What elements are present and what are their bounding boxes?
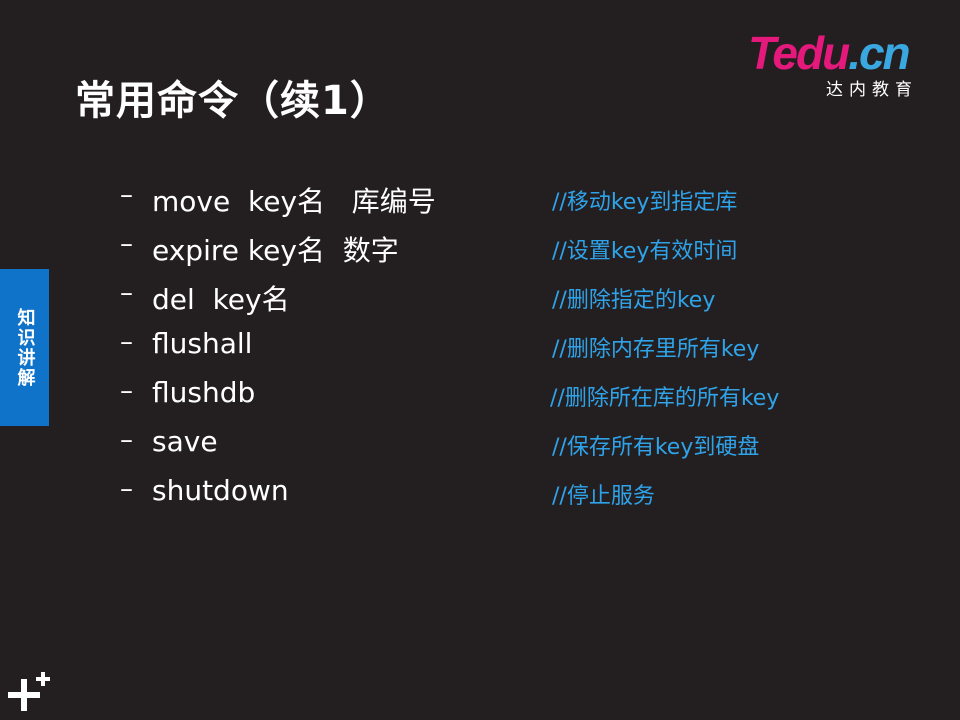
bullet-dash: – <box>120 229 133 259</box>
command-comment: //设置key有效时间 <box>552 239 738 264</box>
bullet-dash: – <box>120 425 133 455</box>
bullet-dash: – <box>120 327 133 357</box>
logo-letter-t: T <box>748 27 774 79</box>
command-comment: //删除所在库的所有key <box>550 386 780 411</box>
command-comment: //删除内存里所有key <box>552 337 760 362</box>
command-row: – shutdown //停止服务 <box>120 474 940 514</box>
command-row: – del key名 //删除指定的key <box>120 278 940 318</box>
logo-subtitle: 达内教育 <box>826 80 918 100</box>
bullet-dash: – <box>120 180 133 210</box>
command-comment: //移动key到指定库 <box>552 190 738 215</box>
command-row: – move key名 库编号 //移动key到指定库 <box>120 180 940 220</box>
side-tab-label: 知识讲解 <box>14 307 36 388</box>
command-comment: //停止服务 <box>552 484 655 509</box>
command-text: shutdown <box>152 474 289 507</box>
bullet-dash: – <box>120 474 133 504</box>
command-comment: //保存所有key到硬盘 <box>552 435 760 460</box>
command-text: flushall <box>152 327 253 360</box>
command-text: move key名 库编号 <box>152 185 436 218</box>
command-text: save <box>152 425 218 458</box>
command-text: flushdb <box>152 376 256 409</box>
command-text: del key名 <box>152 283 290 316</box>
command-text: expire key名 数字 <box>152 234 399 267</box>
logo-wordmark: Tedu.cn <box>748 27 911 79</box>
logo-edu: edu <box>772 27 850 79</box>
side-tab: 知识讲解 <box>0 269 49 426</box>
logo-cn: .cn <box>848 27 910 79</box>
bullet-dash: – <box>120 376 133 406</box>
command-row: – flushall //删除内存里所有key <box>120 327 940 367</box>
command-comment: //删除指定的key <box>552 288 716 313</box>
plus-icon <box>8 672 50 711</box>
bullet-dash: – <box>120 278 133 308</box>
tedu-logo: Tedu.cn 达内教育 <box>748 28 938 100</box>
page-title: 常用命令（续1） <box>75 78 391 124</box>
command-row: – save //保存所有key到硬盘 <box>120 425 940 465</box>
command-row: – expire key名 数字 //设置key有效时间 <box>120 229 940 269</box>
command-row: – flushdb //删除所在库的所有key <box>120 376 940 416</box>
